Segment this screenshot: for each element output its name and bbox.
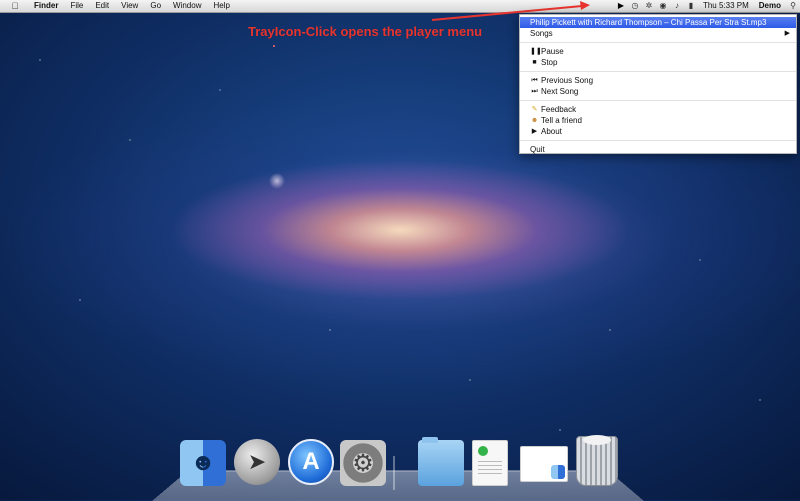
about-icon: ▶: [531, 128, 538, 135]
tell-a-friend-label: Tell a friend: [541, 116, 582, 125]
launchpad-icon[interactable]: ➤: [234, 439, 280, 485]
menu-finder[interactable]: Finder: [28, 0, 64, 12]
folder-icon[interactable]: [418, 437, 464, 486]
menu-view[interactable]: View: [115, 0, 144, 12]
feedback-label: Feedback: [541, 105, 577, 114]
songs-label: Songs: [530, 29, 553, 38]
apple-icon[interactable]: : [10, 1, 20, 11]
previous-song-item[interactable]: ⏮ Previous Song: [520, 75, 796, 86]
menu-window[interactable]: Window: [167, 0, 207, 12]
menu-separator: [520, 71, 796, 72]
now-playing-item[interactable]: Philip Pickett with Richard Thompson – C…: [520, 17, 796, 28]
submenu-arrow-icon: ▶: [784, 30, 790, 37]
clock[interactable]: Thu 5:33 PM: [698, 0, 754, 12]
about-item[interactable]: ▶ About: [520, 126, 796, 137]
songs-item[interactable]: Songs ▶: [520, 28, 796, 39]
menu-bar:  Finder File Edit View Go Window Help ▶…: [0, 0, 800, 13]
finder-icon[interactable]: ☻: [180, 440, 226, 486]
user-menu[interactable]: Demo: [754, 0, 786, 12]
about-label: About: [541, 127, 562, 136]
tell-a-friend-item[interactable]: ☻ Tell a friend: [520, 115, 796, 126]
bluetooth-icon[interactable]: ✲: [642, 0, 656, 12]
quit-item[interactable]: Quit: [520, 144, 796, 155]
dock: ☻ ➤ A ⚙: [180, 434, 620, 494]
next-song-label: Next Song: [541, 87, 579, 96]
next-song-item[interactable]: ⏭ Next Song: [520, 86, 796, 97]
feedback-item[interactable]: ✎ Feedback: [520, 104, 796, 115]
now-playing-label: Philip Pickett with Richard Thompson – C…: [530, 18, 767, 27]
wifi-icon[interactable]: ◉: [656, 0, 670, 12]
previous-song-label: Previous Song: [541, 76, 594, 85]
menu-file[interactable]: File: [64, 0, 89, 12]
previous-icon: ⏮: [531, 77, 538, 84]
menu-separator: [520, 140, 796, 141]
pause-icon: ❚❚: [530, 48, 542, 55]
pause-label: Pause: [541, 47, 564, 56]
feedback-icon: ✎: [531, 106, 538, 113]
pause-item[interactable]: ❚❚ Pause: [520, 46, 796, 57]
trash-icon[interactable]: [576, 435, 618, 486]
app-store-icon[interactable]: A: [288, 439, 334, 485]
document-icon[interactable]: [472, 440, 508, 486]
tell-friend-icon: ☻: [530, 117, 539, 124]
stop-icon: ■: [532, 59, 537, 66]
system-preferences-icon[interactable]: ⚙: [340, 440, 386, 486]
stop-item[interactable]: ■ Stop: [520, 57, 796, 68]
player-menu: Philip Pickett with Richard Thompson – C…: [519, 14, 797, 154]
menu-edit[interactable]: Edit: [89, 0, 115, 12]
play-icon[interactable]: ▶: [614, 0, 628, 12]
menu-help[interactable]: Help: [207, 0, 235, 12]
volume-icon[interactable]: ♪: [670, 0, 684, 12]
annotation-text: TrayIcon-Click opens the player menu: [248, 24, 483, 39]
next-icon: ⏭: [531, 88, 538, 95]
time-machine-icon[interactable]: ◷: [628, 0, 642, 12]
quit-label: Quit: [530, 145, 545, 154]
menu-separator: [520, 100, 796, 101]
dock-divider: [393, 456, 395, 490]
preview-icon[interactable]: [520, 446, 568, 482]
spotlight-icon[interactable]: ⚲: [786, 0, 800, 12]
menu-separator: [520, 42, 796, 43]
stop-label: Stop: [541, 58, 558, 67]
menu-go[interactable]: Go: [144, 0, 167, 12]
battery-icon[interactable]: ▮: [684, 0, 698, 12]
